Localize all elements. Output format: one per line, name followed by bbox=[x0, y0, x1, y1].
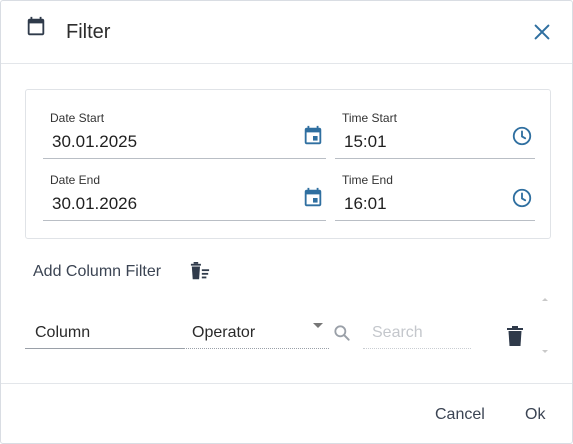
clock-icon[interactable] bbox=[511, 187, 533, 209]
chevron-down-icon[interactable] bbox=[313, 323, 323, 328]
dialog-footer: Cancel Ok bbox=[1, 383, 572, 443]
cancel-button[interactable]: Cancel bbox=[435, 406, 485, 424]
date-range-panel: Date Start 30.01.2025 Time Start 15:01 D… bbox=[25, 89, 551, 239]
trash-icon[interactable] bbox=[506, 325, 524, 347]
ok-button[interactable]: Ok bbox=[525, 406, 545, 424]
time-end-value[interactable]: 16:01 bbox=[344, 194, 387, 214]
date-start-field[interactable]: Date Start 30.01.2025 bbox=[43, 107, 326, 159]
dialog-title: Filter bbox=[66, 21, 111, 43]
operator-select[interactable]: Operator bbox=[183, 315, 329, 349]
search-icon bbox=[334, 325, 350, 341]
time-start-field[interactable]: Time Start 15:01 bbox=[335, 107, 535, 159]
search-input[interactable] bbox=[363, 315, 471, 349]
time-end-label: Time End bbox=[342, 173, 393, 187]
dialog-header: Filter bbox=[1, 1, 572, 64]
calendar-icon bbox=[27, 16, 45, 36]
calendar-icon[interactable] bbox=[302, 125, 324, 147]
date-end-field[interactable]: Date End 30.01.2026 bbox=[43, 169, 326, 221]
date-start-label: Date Start bbox=[50, 111, 105, 125]
date-start-value[interactable]: 30.01.2025 bbox=[52, 132, 137, 152]
clear-filters-icon[interactable] bbox=[189, 262, 211, 282]
scroll-up-arrow[interactable] bbox=[542, 298, 548, 301]
clock-icon[interactable] bbox=[511, 125, 533, 147]
add-column-filter-button[interactable]: Add Column Filter bbox=[33, 263, 161, 281]
time-start-value[interactable]: 15:01 bbox=[344, 132, 387, 152]
time-end-field[interactable]: Time End 16:01 bbox=[335, 169, 535, 221]
scroll-down-arrow[interactable] bbox=[542, 350, 548, 353]
date-end-value[interactable]: 30.01.2026 bbox=[52, 194, 137, 214]
calendar-icon[interactable] bbox=[302, 187, 324, 209]
column-select[interactable]: Column bbox=[25, 315, 183, 349]
time-start-label: Time Start bbox=[342, 111, 397, 125]
date-end-label: Date End bbox=[50, 173, 101, 187]
close-icon[interactable] bbox=[531, 21, 553, 43]
filter-dialog: Filter Date Start 30.01.2025 Time Start … bbox=[0, 0, 573, 444]
